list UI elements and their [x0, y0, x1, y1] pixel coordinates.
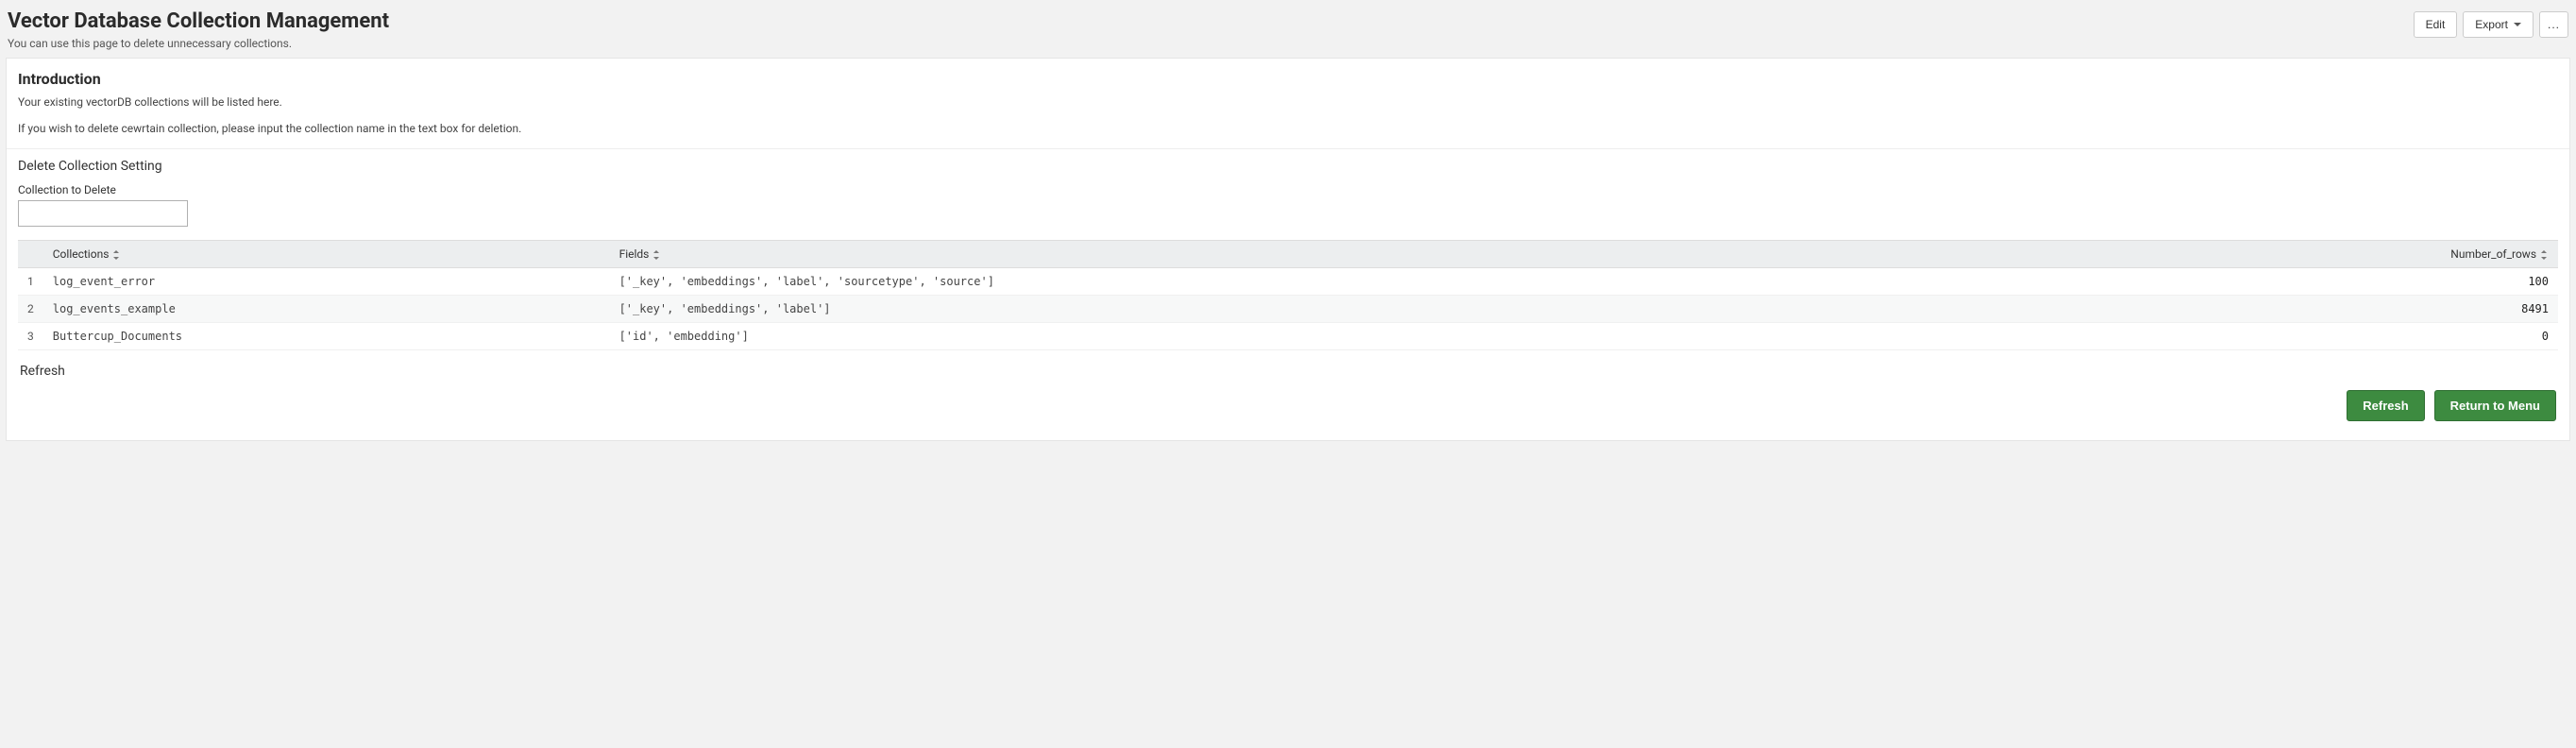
sort-icon	[2541, 250, 2549, 260]
collection-name-cell: log_event_error	[43, 268, 610, 296]
intro-heading: Introduction	[18, 70, 2558, 88]
collection-name-cell: Buttercup_Documents	[43, 323, 610, 350]
fields-cell: ['_key', 'embeddings', 'label', 'sourcet…	[610, 268, 2113, 296]
intro-line-1: Your existing vectorDB collections will …	[18, 95, 2558, 109]
row-count-cell: 100	[2112, 268, 2558, 296]
row-count-cell: 8491	[2112, 296, 2558, 323]
refresh-section-label: Refresh	[20, 364, 2558, 379]
row-number: 2	[18, 296, 43, 323]
collections-tbody: 1log_event_error['_key', 'embeddings', '…	[18, 268, 2558, 350]
delete-panel-title: Delete Collection Setting	[18, 159, 2558, 174]
table-row: 3Buttercup_Documents['id', 'embedding']0	[18, 323, 2558, 350]
table-row: 2log_events_example['_key', 'embeddings'…	[18, 296, 2558, 323]
export-label: Export	[2475, 17, 2508, 32]
row-number: 1	[18, 268, 43, 296]
caret-down-icon	[2514, 23, 2521, 26]
fields-cell: ['_key', 'embeddings', 'label']	[610, 296, 2113, 323]
table-header-rownum	[18, 241, 43, 268]
page-subtitle: You can use this page to delete unnecess…	[8, 37, 389, 50]
table-header-fields[interactable]: Fields	[610, 241, 2113, 268]
table-header-number-of-rows[interactable]: Number_of_rows	[2112, 241, 2558, 268]
collections-table: Collections Fields Number_of_rows 1log_e…	[18, 240, 2558, 350]
export-dropdown-button[interactable]: Export	[2463, 11, 2534, 38]
table-row: 1log_event_error['_key', 'embeddings', '…	[18, 268, 2558, 296]
edit-button[interactable]: Edit	[2414, 11, 2458, 38]
row-count-cell: 0	[2112, 323, 2558, 350]
header-label: Collections	[53, 247, 110, 261]
intro-line-2: If you wish to delete cewrtain collectio…	[18, 122, 2558, 135]
sort-icon	[113, 250, 121, 260]
return-to-menu-button[interactable]: Return to Menu	[2434, 390, 2556, 421]
page-title: Vector Database Collection Management	[8, 9, 389, 33]
fields-cell: ['id', 'embedding']	[610, 323, 2113, 350]
collection-to-delete-input[interactable]	[18, 200, 188, 227]
divider	[7, 148, 2569, 149]
row-number: 3	[18, 323, 43, 350]
collection-to-delete-label: Collection to Delete	[18, 183, 2558, 196]
sort-icon	[653, 250, 661, 260]
refresh-button[interactable]: Refresh	[2347, 390, 2424, 421]
collection-name-cell: log_events_example	[43, 296, 610, 323]
header-label: Fields	[619, 247, 650, 261]
header-label: Number_of_rows	[2450, 247, 2536, 261]
table-header-collections[interactable]: Collections	[43, 241, 610, 268]
more-actions-button[interactable]: ...	[2539, 11, 2568, 38]
header-actions: Edit Export ...	[2414, 9, 2568, 38]
